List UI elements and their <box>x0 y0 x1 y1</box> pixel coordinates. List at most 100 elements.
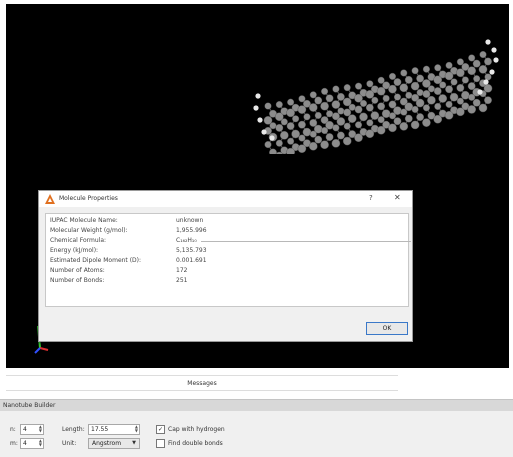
carbon-atom[interactable] <box>308 141 318 151</box>
carbon-atom[interactable] <box>275 139 283 147</box>
carbon-atom[interactable] <box>393 78 402 86</box>
dialog-titlebar[interactable]: Molecule Properties ? ✕ <box>39 191 412 207</box>
carbon-atom[interactable] <box>450 78 458 86</box>
carbon-atom[interactable] <box>388 72 396 80</box>
carbon-atom[interactable] <box>467 105 476 114</box>
carbon-atom[interactable] <box>388 123 397 133</box>
carbon-atom[interactable] <box>434 64 442 72</box>
carbon-atom[interactable] <box>287 137 295 145</box>
hydrogen-atom[interactable] <box>269 135 275 141</box>
carbon-atom[interactable] <box>336 131 345 140</box>
hydrogen-atom[interactable] <box>485 39 491 45</box>
carbon-atom[interactable] <box>343 84 351 92</box>
carbon-atom[interactable] <box>286 122 295 130</box>
m-spinbox[interactable]: 4 ▲ ▼ <box>20 438 44 449</box>
carbon-atom[interactable] <box>286 108 295 118</box>
carbon-atom[interactable] <box>388 84 397 94</box>
carbon-atom[interactable] <box>422 90 431 98</box>
carbon-atom[interactable] <box>269 148 277 154</box>
carbon-atom[interactable] <box>484 96 492 105</box>
carbon-atom[interactable] <box>433 87 442 95</box>
carbon-atom[interactable] <box>332 124 340 132</box>
carbon-atom[interactable] <box>366 119 374 127</box>
carbon-atom[interactable] <box>347 114 357 123</box>
hydrogen-atom[interactable] <box>483 79 489 85</box>
carbon-atom[interactable] <box>415 98 425 108</box>
carbon-atom[interactable] <box>404 114 413 123</box>
carbon-atom[interactable] <box>308 103 318 112</box>
carbon-atom[interactable] <box>445 61 453 69</box>
carbon-atom[interactable] <box>410 81 420 91</box>
carbon-atom[interactable] <box>370 111 380 120</box>
help-button[interactable]: ? <box>369 194 373 202</box>
carbon-atom[interactable] <box>472 98 481 107</box>
carbon-atom[interactable] <box>399 83 409 93</box>
hydrogen-atom[interactable] <box>489 69 495 75</box>
carbon-atom[interactable] <box>365 103 374 112</box>
carbon-atom[interactable] <box>297 144 307 153</box>
carbon-atom[interactable] <box>280 131 289 140</box>
carbon-atom[interactable] <box>468 54 476 62</box>
carbon-atom[interactable] <box>393 93 401 101</box>
carbon-atom[interactable] <box>371 96 379 104</box>
carbon-atom[interactable] <box>376 86 386 96</box>
carbon-atom[interactable] <box>269 122 277 130</box>
carbon-atom[interactable] <box>320 101 329 111</box>
n-spinbox[interactable]: 4 ▲ ▼ <box>20 424 44 435</box>
carbon-atom[interactable] <box>381 109 391 118</box>
carbon-atom[interactable] <box>416 113 425 121</box>
carbon-atom[interactable] <box>422 104 430 112</box>
spin-arrows-icon[interactable]: ▲ ▼ <box>135 425 138 433</box>
carbon-atom[interactable] <box>342 136 352 146</box>
spin-arrows-icon[interactable]: ▲ ▼ <box>39 439 42 447</box>
carbon-atom[interactable] <box>360 99 368 107</box>
carbon-atom[interactable] <box>439 81 447 89</box>
carbon-atom[interactable] <box>467 66 476 76</box>
carbon-atom[interactable] <box>331 100 341 109</box>
carbon-atom[interactable] <box>280 118 288 126</box>
carbon-atom[interactable] <box>321 127 329 135</box>
carbon-atom[interactable] <box>484 57 492 66</box>
hydrogen-atom[interactable] <box>477 89 483 95</box>
carbon-atom[interactable] <box>321 87 329 95</box>
carbon-atom[interactable] <box>456 84 465 92</box>
carbon-atom[interactable] <box>355 121 363 129</box>
carbon-atom[interactable] <box>410 120 420 130</box>
carbon-atom[interactable] <box>326 110 334 118</box>
carbon-atom[interactable] <box>298 120 306 129</box>
carbon-atom[interactable] <box>332 85 340 93</box>
carbon-atom[interactable] <box>422 65 430 73</box>
carbon-atom[interactable] <box>416 74 425 83</box>
carbon-atom[interactable] <box>456 107 465 117</box>
carbon-atom[interactable] <box>314 111 322 119</box>
carbon-atom[interactable] <box>445 85 453 94</box>
carbon-atom[interactable] <box>388 112 396 120</box>
carbon-atom[interactable] <box>472 59 481 68</box>
length-spinbox[interactable]: 17.55 ▲ ▼ <box>88 424 140 435</box>
carbon-atom[interactable] <box>444 110 454 120</box>
carbon-atom[interactable] <box>331 139 341 148</box>
carbon-atom[interactable] <box>438 94 448 103</box>
carbon-atom[interactable] <box>405 91 413 99</box>
ok-button[interactable]: OK <box>366 322 408 335</box>
hydrogen-atom[interactable] <box>255 93 261 99</box>
close-button[interactable]: ✕ <box>394 193 401 202</box>
unit-dropdown[interactable]: Angstrom ▼ <box>88 438 140 449</box>
carbon-atom[interactable] <box>336 92 345 101</box>
carbon-atom[interactable] <box>292 115 300 123</box>
carbon-atom[interactable] <box>411 67 419 75</box>
carbon-atom[interactable] <box>427 85 435 93</box>
carbon-atom[interactable] <box>422 118 431 127</box>
property-row[interactable]: Chemical Formula: C₁₆₂H₁₀ <box>46 236 411 245</box>
carbon-atom[interactable] <box>336 117 346 126</box>
carbon-atom[interactable] <box>433 114 443 124</box>
carbon-atom[interactable] <box>478 103 488 113</box>
carbon-atom[interactable] <box>411 105 419 113</box>
hydrogen-atom[interactable] <box>261 129 267 135</box>
carbon-atom[interactable] <box>445 100 453 108</box>
carbon-atom[interactable] <box>348 103 356 111</box>
carbon-atom[interactable] <box>449 92 459 102</box>
carbon-atom[interactable] <box>264 141 272 149</box>
carbon-atom[interactable] <box>302 127 312 137</box>
carbon-atom[interactable] <box>427 95 436 105</box>
